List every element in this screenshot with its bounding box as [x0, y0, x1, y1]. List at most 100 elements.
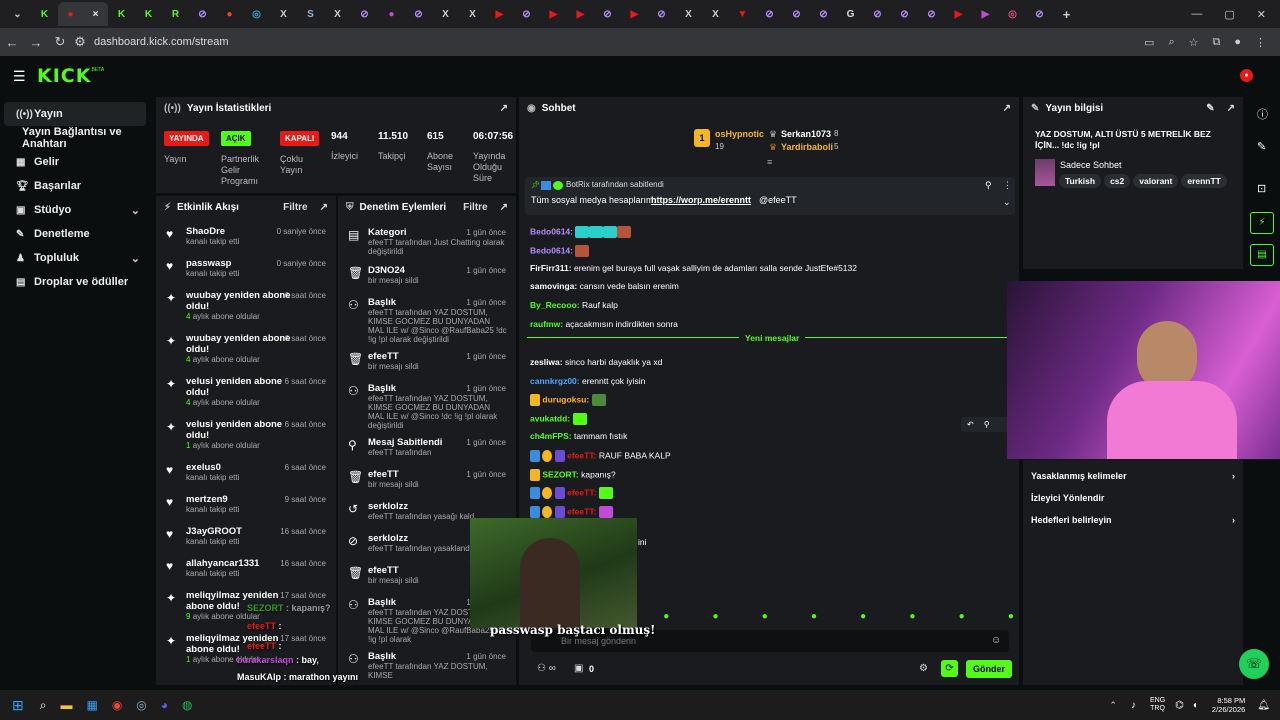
store-icon[interactable]: ▦ [86, 698, 97, 712]
popout-icon[interactable]: ↗ [320, 202, 328, 213]
browser-tab[interactable]: X [675, 2, 702, 26]
url-field[interactable]: dashboard.kick.com/stream [94, 36, 229, 48]
browser-tab[interactable]: ▶ [486, 2, 513, 26]
popout-icon[interactable]: ↗ [1003, 103, 1011, 114]
browser-tab[interactable]: ▶ [972, 2, 999, 26]
reply-icon[interactable]: ↶ [967, 420, 974, 429]
chat-message[interactable]: samovinga: cansın vede balsın erenim [530, 281, 679, 291]
chat-message[interactable]: efeeTT: RAUF BABA KALP [530, 450, 671, 462]
pin-message-icon[interactable]: ⚲ [984, 420, 990, 429]
chat-message[interactable]: FirFirr311: erenim gel buraya full vaşak… [530, 263, 857, 273]
chat-message[interactable]: avukatdd: [530, 413, 587, 425]
kick-logo[interactable]: KICK [37, 65, 91, 87]
browser-tab[interactable]: S [297, 2, 324, 26]
browser-tab[interactable]: ⊘ [648, 2, 675, 26]
emote-icon[interactable]: ● [663, 611, 669, 625]
browser-menu-icon[interactable]: ⋮ [1255, 36, 1266, 49]
edit-icon[interactable]: ✎ [1257, 140, 1266, 153]
browser-tab[interactable]: X [270, 2, 297, 26]
browser-tab[interactable]: ⊘ [351, 2, 378, 26]
hamburger-menu-icon[interactable]: ☰ [13, 68, 26, 85]
windows-start-icon[interactable]: ⊞ [12, 697, 24, 714]
chat-username[interactable]: Bedo0614 [530, 226, 570, 236]
file-explorer-icon[interactable]: ▬ [60, 698, 72, 712]
goals-link[interactable]: Hedefleri belirleyin › [1023, 509, 1243, 531]
chat-username[interactable]: SEZORT [542, 469, 576, 479]
quick-emote-icon[interactable]: ⟳ [941, 660, 958, 677]
browser-tab[interactable]: ⊘ [891, 2, 918, 26]
browser-tab[interactable]: ⊘ [756, 2, 783, 26]
chat-username[interactable]: efeeTT [567, 506, 593, 516]
chat-username[interactable]: FirFirr311 [530, 263, 569, 273]
user-avatar[interactable]: ● [1240, 69, 1253, 82]
settings-gear-icon[interactable]: ⚙ [919, 663, 928, 674]
browser-tab[interactable]: ▶ [540, 2, 567, 26]
browser-tab[interactable]: ▶ [567, 2, 594, 26]
profile-avatar[interactable]: ● [1234, 36, 1241, 49]
chat-username[interactable]: cannkrgz00 [530, 376, 577, 386]
chat-username[interactable]: avukatdd [530, 413, 567, 423]
sidebar-item-topluluk[interactable]: ♟ Topluluk ⌄ [4, 246, 146, 270]
more-icon[interactable]: ⋮ [1003, 180, 1012, 191]
browser-tab[interactable]: ⊘ [594, 2, 621, 26]
forward-icon[interactable]: → [24, 35, 48, 50]
top-gifter-name[interactable]: osHypnotic [715, 129, 764, 139]
spotify-icon[interactable]: ◍ [182, 698, 192, 712]
shop-icon[interactable]: ▣ [574, 663, 583, 674]
chat-message[interactable]: ch4mFPS: tammam fıstık [530, 431, 627, 441]
extensions-icon[interactable]: ⧉ [1212, 36, 1220, 49]
browser-tab[interactable]: ⊘ [405, 2, 432, 26]
emote-icon[interactable]: ● [1008, 611, 1014, 625]
sidebar-item-studyo[interactable]: ▣ Stüdyo ⌄ [4, 198, 146, 222]
maximize-icon[interactable]: ▢ [1224, 8, 1234, 21]
sidebar-item-droplar[interactable]: ▤ Droplar ve ödüller [4, 270, 146, 294]
browser-tab[interactable]: K [135, 2, 162, 26]
lightning-icon[interactable]: ⚡︎ [1250, 212, 1274, 234]
back-icon[interactable]: ← [0, 35, 24, 50]
sidebar-item-yayin[interactable]: ((•)) Yayın [4, 102, 146, 126]
microphone-icon[interactable]: ♪ [1131, 700, 1136, 711]
collapse-icon[interactable]: ≡ [767, 157, 772, 167]
bookmark-star-icon[interactable]: ☆ [1189, 36, 1199, 49]
emote-icon[interactable]: ● [909, 611, 915, 625]
chat-message[interactable]: By_Recooo: Rauf kalp [530, 300, 618, 310]
site-info-icon[interactable]: ⚙ [72, 34, 88, 50]
top-gifter-name[interactable]: Serkan1073 [781, 129, 831, 139]
document-icon[interactable]: ▤ [1250, 244, 1274, 266]
browser-tab[interactable]: R [162, 2, 189, 26]
browser-tab[interactable]: ⊘ [783, 2, 810, 26]
network-icon[interactable]: ⌬ [1175, 700, 1184, 711]
chat-username[interactable]: Bedo0614 [530, 245, 570, 255]
chat-username[interactable]: zesliwa [530, 357, 560, 367]
chat-message[interactable]: SEZORT: kapanış? [530, 469, 616, 481]
browser-tab[interactable]: X [432, 2, 459, 26]
chat-username[interactable]: samovinga [530, 281, 574, 291]
discord-icon[interactable]: ◕ [161, 698, 168, 712]
unpin-icon[interactable]: ⚲ [985, 180, 992, 191]
popout-icon[interactable]: ↗ [500, 103, 508, 114]
browser-tab[interactable]: ⊘ [189, 2, 216, 26]
chrome-icon[interactable]: ◉ [112, 698, 122, 712]
filter-button[interactable]: Filtre [283, 202, 307, 213]
language-indicator[interactable]: ENG TRQ [1150, 697, 1165, 713]
cast-icon[interactable]: ▭ [1144, 36, 1154, 49]
browser-tab[interactable]: ⊘ [513, 2, 540, 26]
chat-username[interactable]: By_Recooo [530, 300, 577, 310]
minimize-icon[interactable]: — [1191, 8, 1202, 21]
layout-icon[interactable]: ⊡ [1257, 182, 1266, 195]
chat-username[interactable]: efeeTT [567, 450, 593, 460]
tray-chevron-icon[interactable]: ⌃ [1109, 700, 1117, 711]
clock[interactable]: 8:58 PM 2/26/2026 [1212, 696, 1245, 714]
tab-search-icon[interactable]: ⌄ [4, 2, 31, 26]
reload-icon[interactable]: ↻ [48, 34, 72, 50]
sidebar-item-denetleme[interactable]: ✎ Denetleme [4, 222, 146, 246]
emote-icon[interactable]: ● [712, 611, 718, 625]
chat-message[interactable]: Bedo0614: [530, 226, 632, 238]
browser-tab[interactable]: X [702, 2, 729, 26]
browser-tab[interactable]: K [31, 2, 58, 26]
notification-bell-icon[interactable]: 🔔︎ [1257, 700, 1270, 711]
close-tab-icon[interactable]: × [93, 9, 99, 20]
search-icon[interactable]: ⌕ [40, 698, 47, 713]
popout-icon[interactable]: ↗ [1227, 103, 1235, 114]
emote-icon[interactable]: ● [860, 611, 866, 625]
